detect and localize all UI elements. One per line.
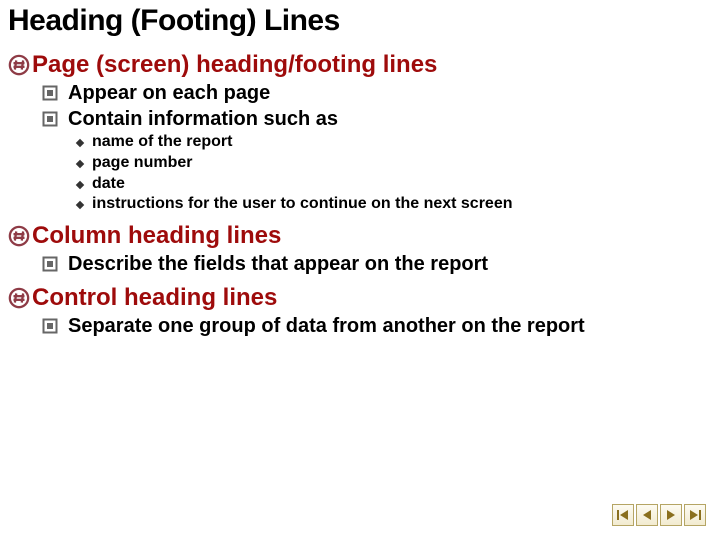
bullet-level3-text: page number	[92, 153, 192, 174]
bullet-level1-text: Page (screen) heading/footing lines	[32, 50, 437, 80]
bullet-level2: Separate one group of data from another …	[42, 313, 712, 339]
square-bullet-icon	[42, 85, 58, 101]
pound-bullet-icon	[8, 287, 30, 309]
bullet-level1-text: Column heading lines	[32, 221, 281, 251]
level2-group: Separate one group of data from another …	[42, 313, 712, 339]
bullet-level1-text: Control heading lines	[32, 283, 277, 313]
pound-bullet-icon	[8, 225, 30, 247]
bullet-level1: Control heading lines	[8, 283, 712, 313]
bullet-level3-text: date	[92, 174, 125, 195]
diamond-bullet-icon	[74, 178, 86, 190]
nav-prev-button[interactable]	[636, 504, 658, 526]
nav-next-button[interactable]	[660, 504, 682, 526]
skip-first-icon	[616, 508, 630, 522]
level2-group: Appear on each page Contain information …	[42, 80, 712, 132]
pound-bullet-icon	[8, 54, 30, 76]
bullet-level2-text: Separate one group of data from another …	[68, 313, 585, 339]
level2-group: Describe the fields that appear on the r…	[42, 251, 712, 277]
bullet-level2-text: Appear on each page	[68, 80, 270, 106]
level3-group: name of the report page number date inst…	[74, 132, 712, 215]
slide: Heading (Footing) Lines Page (screen) he…	[0, 0, 720, 540]
bullet-level2-text: Contain information such as	[68, 106, 338, 132]
prev-icon	[640, 508, 654, 522]
bullet-level3: name of the report	[74, 132, 712, 153]
bullet-level2-text: Describe the fields that appear on the r…	[68, 251, 488, 277]
bullet-level2: Describe the fields that appear on the r…	[42, 251, 712, 277]
bullet-level3-text: name of the report	[92, 132, 232, 153]
square-bullet-icon	[42, 111, 58, 127]
diamond-bullet-icon	[74, 198, 86, 210]
bullet-level3-text: instructions for the user to continue on…	[92, 194, 513, 215]
square-bullet-icon	[42, 318, 58, 334]
diamond-bullet-icon	[74, 136, 86, 148]
nav-first-button[interactable]	[612, 504, 634, 526]
skip-last-icon	[688, 508, 702, 522]
square-bullet-icon	[42, 256, 58, 272]
nav-last-button[interactable]	[684, 504, 706, 526]
nav-controls	[612, 504, 706, 526]
bullet-level1: Column heading lines	[8, 221, 712, 251]
bullet-level2: Contain information such as	[42, 106, 712, 132]
bullet-level3: instructions for the user to continue on…	[74, 194, 712, 215]
bullet-level2: Appear on each page	[42, 80, 712, 106]
bullet-level1: Page (screen) heading/footing lines	[8, 50, 712, 80]
bullet-level3: page number	[74, 153, 712, 174]
diamond-bullet-icon	[74, 157, 86, 169]
slide-title: Heading (Footing) Lines	[8, 4, 712, 38]
bullet-level3: date	[74, 174, 712, 195]
next-icon	[664, 508, 678, 522]
